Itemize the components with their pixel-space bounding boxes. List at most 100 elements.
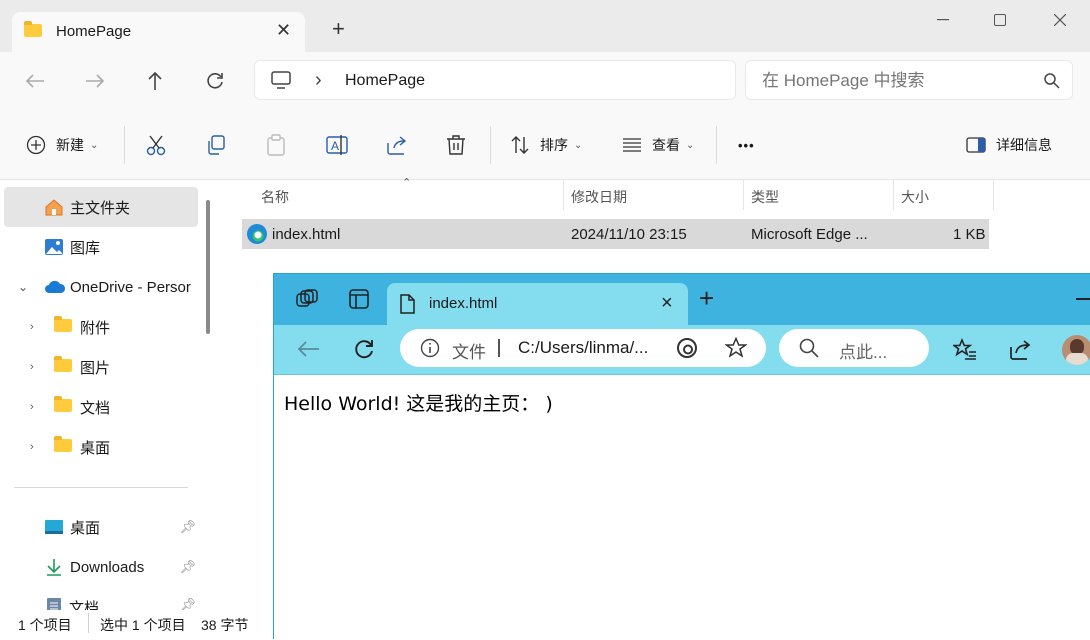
chevron-right-icon[interactable]: ›	[30, 441, 34, 453]
edge-address-bar[interactable]: 文件 C:/Users/linma/...	[400, 329, 766, 367]
sidebar-item-gallery[interactable]: 图库	[4, 227, 198, 267]
column-divider[interactable]	[563, 180, 564, 210]
title-bar: HomePage ✕ +	[0, 0, 1090, 52]
sidebar-item-pictures[interactable]: › 图片	[4, 347, 198, 387]
table-row[interactable]: index.html 2024/11/10 23:15 Microsoft Ed…	[242, 219, 989, 249]
paste-button[interactable]	[266, 132, 286, 158]
edge-logo-icon[interactable]	[676, 337, 698, 364]
sidebar-item-downloads[interactable]: Downloads 📌︎	[4, 547, 198, 587]
share-icon[interactable]	[1009, 338, 1031, 365]
details-pane-icon	[966, 137, 986, 153]
edge-search-placeholder: 点此...	[839, 343, 888, 362]
chevron-right-icon[interactable]: ›	[30, 401, 34, 413]
view-button[interactable]: 查看 ⌄	[622, 132, 694, 158]
sort-label: 排序	[540, 137, 568, 153]
refresh-icon[interactable]	[202, 68, 228, 94]
new-label: 新建	[56, 137, 84, 153]
column-header-modified[interactable]: 修改日期	[571, 187, 627, 207]
sidebar-label: 文档	[69, 600, 100, 610]
sort-button[interactable]: 排序 ⌄	[510, 132, 582, 158]
address-bar[interactable]: › HomePage	[254, 60, 736, 100]
file-scheme-label: 文件	[452, 343, 486, 362]
url-text[interactable]: C:/Users/linma/...	[518, 338, 648, 358]
sidebar-label: 图片	[80, 359, 111, 377]
search-input[interactable]	[762, 70, 1032, 92]
sidebar-item-desktop-onedrive[interactable]: › 桌面	[4, 427, 198, 467]
close-tab-icon[interactable]: ×	[661, 292, 673, 315]
rename-button[interactable]: A	[326, 132, 348, 158]
workspaces-icon[interactable]	[296, 289, 318, 314]
share-button[interactable]	[386, 132, 408, 158]
gallery-icon	[45, 239, 63, 255]
close-tab-icon[interactable]: ✕	[276, 20, 291, 41]
sidebar-item-documents-pinned[interactable]: 文档 📌︎	[4, 587, 198, 610]
forward-arrow-icon[interactable]	[82, 68, 108, 94]
search-icon	[799, 338, 819, 363]
chevron-right-icon[interactable]: ›	[30, 321, 34, 333]
download-arrow-icon	[47, 559, 61, 576]
chevron-down-icon: ⌄	[90, 139, 99, 151]
view-label: 查看	[652, 137, 680, 153]
delete-button[interactable]	[446, 132, 466, 158]
chevron-down-icon[interactable]: ⌄	[18, 280, 28, 294]
chevron-right-icon[interactable]: ›	[30, 361, 34, 373]
edge-search-box[interactable]: 点此...	[779, 329, 929, 367]
sort-ascending-icon: ⌃	[402, 177, 412, 189]
column-header-type[interactable]: 类型	[751, 187, 779, 207]
tab-actions-icon[interactable]	[349, 289, 369, 314]
column-divider[interactable]	[743, 180, 744, 210]
edge-tab-index[interactable]: index.html ×	[387, 283, 688, 325]
info-icon[interactable]	[420, 338, 440, 363]
new-button[interactable]: 新建 ⌄	[26, 132, 98, 158]
chevron-down-icon: ⌄	[574, 139, 583, 151]
new-tab-button[interactable]: +	[699, 285, 714, 311]
back-arrow-icon[interactable]	[22, 68, 48, 94]
minimize-icon[interactable]	[928, 8, 958, 32]
status-divider	[88, 613, 89, 633]
column-header-name[interactable]: 名称	[261, 187, 289, 207]
sidebar-item-home[interactable]: 主文件夹	[4, 187, 198, 227]
cut-button[interactable]	[146, 132, 166, 158]
explorer-tab[interactable]: HomePage ✕	[12, 12, 305, 52]
sidebar-label: 附件	[80, 319, 111, 337]
profile-avatar[interactable]	[1062, 335, 1090, 365]
document-icon	[47, 598, 61, 610]
edge-tab-title: index.html	[429, 295, 498, 312]
sidebar-item-documents[interactable]: › 文档	[4, 387, 198, 427]
details-pane-button[interactable]: 详细信息	[966, 132, 1052, 158]
up-arrow-icon[interactable]	[142, 68, 168, 94]
back-arrow-icon[interactable]	[296, 339, 320, 364]
breadcrumb-chevron-icon: ›	[315, 69, 322, 91]
column-divider[interactable]	[993, 180, 994, 210]
copy-button[interactable]	[206, 132, 226, 158]
search-icon	[1044, 73, 1060, 94]
edge-browser-window: index.html × + 文件 C:/Users/linma/... 点此.…	[273, 273, 1090, 640]
plus-circle-icon	[26, 135, 46, 155]
favorite-star-icon[interactable]	[724, 336, 748, 364]
share-icon	[387, 136, 407, 155]
favorites-list-icon[interactable]	[951, 337, 977, 365]
new-tab-button[interactable]: +	[332, 18, 345, 40]
sidebar-label: 桌面	[70, 519, 101, 537]
column-divider[interactable]	[893, 180, 894, 210]
pin-icon[interactable]: 📌︎	[179, 519, 196, 535]
pin-icon[interactable]: 📌︎	[179, 559, 196, 575]
sidebar-item-attachments[interactable]: › 附件	[4, 307, 198, 347]
chevron-down-icon: ⌄	[686, 139, 695, 151]
minimize-icon[interactable]	[1076, 298, 1090, 300]
status-bar: 1 个项目 选中 1 个项目 38 字节	[0, 610, 275, 639]
refresh-icon[interactable]	[352, 337, 376, 366]
folder-icon	[54, 355, 72, 376]
column-header-size[interactable]: 大小	[901, 187, 929, 207]
pin-icon[interactable]: 📌︎	[179, 597, 196, 610]
close-window-icon[interactable]	[1045, 8, 1075, 32]
search-box[interactable]	[745, 60, 1073, 100]
sort-icon	[511, 136, 529, 154]
maximize-icon[interactable]	[985, 8, 1015, 32]
more-options-button[interactable]: •••	[738, 132, 755, 158]
breadcrumb-homepage[interactable]: HomePage	[345, 72, 425, 90]
toolbar-separator	[490, 126, 491, 164]
sidebar-item-desktop[interactable]: 桌面 📌︎	[4, 507, 198, 547]
sidebar-scrollbar[interactable]	[206, 200, 210, 334]
sidebar-item-onedrive[interactable]: ⌄ OneDrive - Persor	[4, 267, 198, 307]
